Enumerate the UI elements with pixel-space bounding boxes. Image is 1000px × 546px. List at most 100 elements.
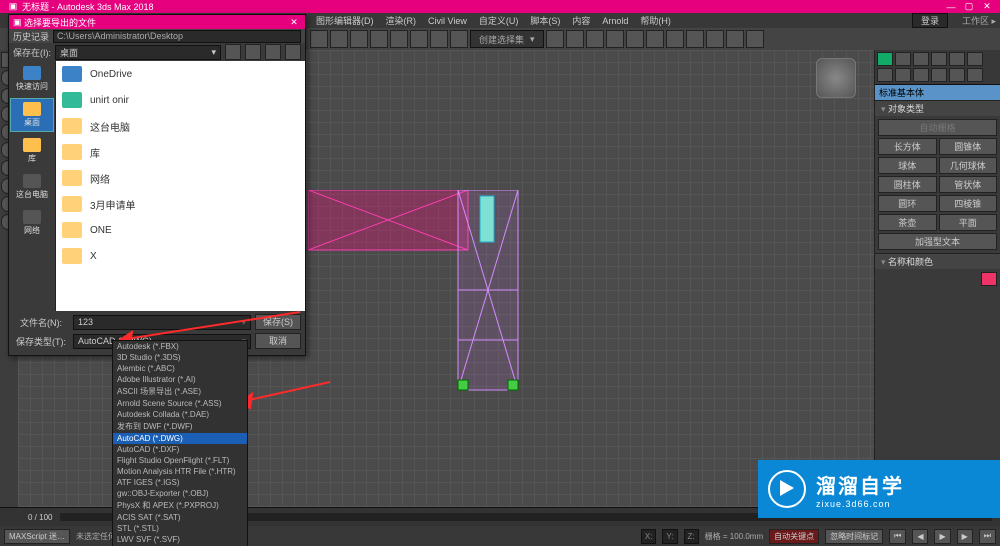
tool-redo-icon[interactable] xyxy=(330,30,348,48)
maxscript-listener[interactable]: MAXScript 迷… xyxy=(4,529,70,544)
tab-display-icon[interactable] xyxy=(949,52,965,66)
tool-move-icon[interactable] xyxy=(370,30,388,48)
nav-newfolder-icon[interactable] xyxy=(265,44,281,60)
tool-link-icon[interactable] xyxy=(350,30,368,48)
tool-curve-icon[interactable] xyxy=(626,30,644,48)
filetype-option[interactable]: gw::OBJ-Exporter (*.OBJ) xyxy=(113,488,247,499)
place-libraries[interactable]: 库 xyxy=(10,134,54,168)
tool-schematic-icon[interactable] xyxy=(646,30,664,48)
btn-sphere[interactable]: 球体 xyxy=(878,157,937,174)
nav-back-icon[interactable] xyxy=(225,44,241,60)
menu-content[interactable]: 内容 xyxy=(572,14,590,27)
tool-teapot-icon[interactable] xyxy=(726,30,744,48)
place-thispc[interactable]: 这台电脑 xyxy=(10,170,54,204)
nav-up-icon[interactable] xyxy=(245,44,261,60)
wireframe-object[interactable] xyxy=(308,190,548,400)
filetype-dropdown-list[interactable]: Autodesk (*.FBX) 3D Studio (*.3DS) Alemb… xyxy=(112,340,248,546)
play-icon[interactable]: ▶ xyxy=(934,529,950,544)
menu-script[interactable]: 脚本(S) xyxy=(530,14,560,27)
filetype-option[interactable]: 3D Studio (*.3DS) xyxy=(113,352,247,363)
btn-torus[interactable]: 圆环 xyxy=(878,195,937,212)
tool-render-setup-icon[interactable] xyxy=(686,30,704,48)
tab-hierarchy-icon[interactable] xyxy=(913,52,929,66)
savein-dropdown[interactable]: 桌面 xyxy=(55,45,221,60)
coord-x[interactable]: X: xyxy=(641,529,657,544)
filetype-option[interactable]: Autodesk Collada (*.DAE) xyxy=(113,409,247,420)
filetype-option[interactable]: Adobe Illustrator (*.AI) xyxy=(113,374,247,385)
maximize-button[interactable]: ▢ xyxy=(960,1,978,12)
menu-civilview[interactable]: Civil View xyxy=(428,16,467,26)
viewcube[interactable] xyxy=(816,58,856,98)
play-end-icon[interactable]: ⏭ xyxy=(979,529,996,544)
tool-percent-icon[interactable] xyxy=(430,30,448,48)
tool-layer-icon[interactable] xyxy=(586,30,604,48)
place-network[interactable]: 网络 xyxy=(10,206,54,240)
menu-render[interactable]: 渲染(R) xyxy=(386,14,417,27)
tool-grid-icon[interactable] xyxy=(606,30,624,48)
filetype-option[interactable]: Alembic (*.ABC) xyxy=(113,363,247,374)
file-list[interactable]: OneDrive unirt onir 这台电脑 库 网络 3月申请单 ONE … xyxy=(56,61,305,311)
filetype-option[interactable]: 发布到 DWF (*.DWF) xyxy=(113,420,247,433)
subtab-cameras-icon[interactable] xyxy=(931,68,947,82)
tab-modify-icon[interactable] xyxy=(895,52,911,66)
btn-tube[interactable]: 管状体 xyxy=(939,176,998,193)
btn-cylinder[interactable]: 圆柱体 xyxy=(878,176,937,193)
btn-geosphere[interactable]: 几何球体 xyxy=(939,157,998,174)
btn-teapot[interactable]: 茶壶 xyxy=(878,214,937,231)
menu-help[interactable]: 帮助(H) xyxy=(640,14,671,27)
history-path[interactable]: C:\Users\Administrator\Desktop xyxy=(53,30,301,43)
tool-undo-icon[interactable] xyxy=(310,30,328,48)
rollout-namecolor[interactable]: 名称和颜色 xyxy=(875,253,1000,269)
tool-snap-icon[interactable] xyxy=(410,30,428,48)
filetype-option[interactable]: Motion Analysis HTR File (*.HTR) xyxy=(113,466,247,477)
btn-plane[interactable]: 平面 xyxy=(939,214,998,231)
btn-cone[interactable]: 圆锥体 xyxy=(939,138,998,155)
filetype-option[interactable]: ASCII 场景导出 (*.ASE) xyxy=(113,385,247,398)
tab-motion-icon[interactable] xyxy=(931,52,947,66)
btn-pyramid[interactable]: 四棱锥 xyxy=(939,195,998,212)
tool-align-icon[interactable] xyxy=(566,30,584,48)
tool-render-frame-icon[interactable] xyxy=(706,30,724,48)
filetype-option[interactable]: PhysX 和 APEX (*.PXPROJ) xyxy=(113,499,247,512)
workspace-menu[interactable]: 工作区 ▸ xyxy=(962,14,996,27)
play-start-icon[interactable]: ⏮ xyxy=(889,529,906,544)
color-swatch[interactable] xyxy=(981,272,997,286)
tool-angle-icon[interactable] xyxy=(390,30,408,48)
subtab-lights-icon[interactable] xyxy=(913,68,929,82)
subtab-geometry-icon[interactable] xyxy=(877,68,893,82)
subtab-shapes-icon[interactable] xyxy=(895,68,911,82)
place-quickaccess[interactable]: 快速访问 xyxy=(10,62,54,96)
subtab-helpers-icon[interactable] xyxy=(949,68,965,82)
category-dropdown[interactable]: 标准基本体 xyxy=(875,84,1000,100)
filetype-option[interactable]: STL (*.STL) xyxy=(113,523,247,534)
tool-material-icon[interactable] xyxy=(666,30,684,48)
rollout-objecttype[interactable]: 对象类型 xyxy=(875,100,1000,116)
filetype-option[interactable]: LWV SVF (*.SVF) xyxy=(113,534,247,545)
dialog-close-button[interactable]: ✕ xyxy=(287,17,301,28)
filetype-option[interactable]: ACIS SAT (*.SAT) xyxy=(113,512,247,523)
coord-z[interactable]: Z: xyxy=(684,529,699,544)
login-button[interactable]: 登录 xyxy=(912,13,948,28)
filetype-option[interactable]: AutoCAD (*.DXF) xyxy=(113,444,247,455)
filetype-option[interactable]: Arnold Scene Source (*.ASS) xyxy=(113,398,247,409)
tab-utilities-icon[interactable] xyxy=(967,52,983,66)
btn-textplus[interactable]: 加强型文本 xyxy=(878,233,997,250)
menu-arnold[interactable]: Arnold xyxy=(602,16,628,26)
menu-graphicedit[interactable]: 图形编辑器(D) xyxy=(316,14,374,27)
filetype-option[interactable]: ATF IGES (*.IGS) xyxy=(113,477,247,488)
tool-render-icon[interactable] xyxy=(746,30,764,48)
tool-mirror-icon[interactable] xyxy=(546,30,564,48)
timetag-button[interactable]: 忽略时间标记 xyxy=(825,529,883,544)
play-prev-icon[interactable]: ◀ xyxy=(912,529,928,544)
place-desktop[interactable]: 桌面 xyxy=(10,98,54,132)
tab-create-icon[interactable] xyxy=(877,52,893,66)
btn-box[interactable]: 长方体 xyxy=(878,138,937,155)
autogrid-check[interactable]: 自动栅格 xyxy=(878,119,997,136)
minimize-button[interactable]: — xyxy=(942,2,960,12)
autokey-button[interactable]: 自动关键点 xyxy=(769,529,819,544)
coord-y[interactable]: Y: xyxy=(662,529,677,544)
filetype-option[interactable]: Flight Studio OpenFlight (*.FLT) xyxy=(113,455,247,466)
play-next-icon[interactable]: ▶ xyxy=(957,529,973,544)
close-button[interactable]: ✕ xyxy=(978,1,996,12)
subtab-space-icon[interactable] xyxy=(967,68,983,82)
